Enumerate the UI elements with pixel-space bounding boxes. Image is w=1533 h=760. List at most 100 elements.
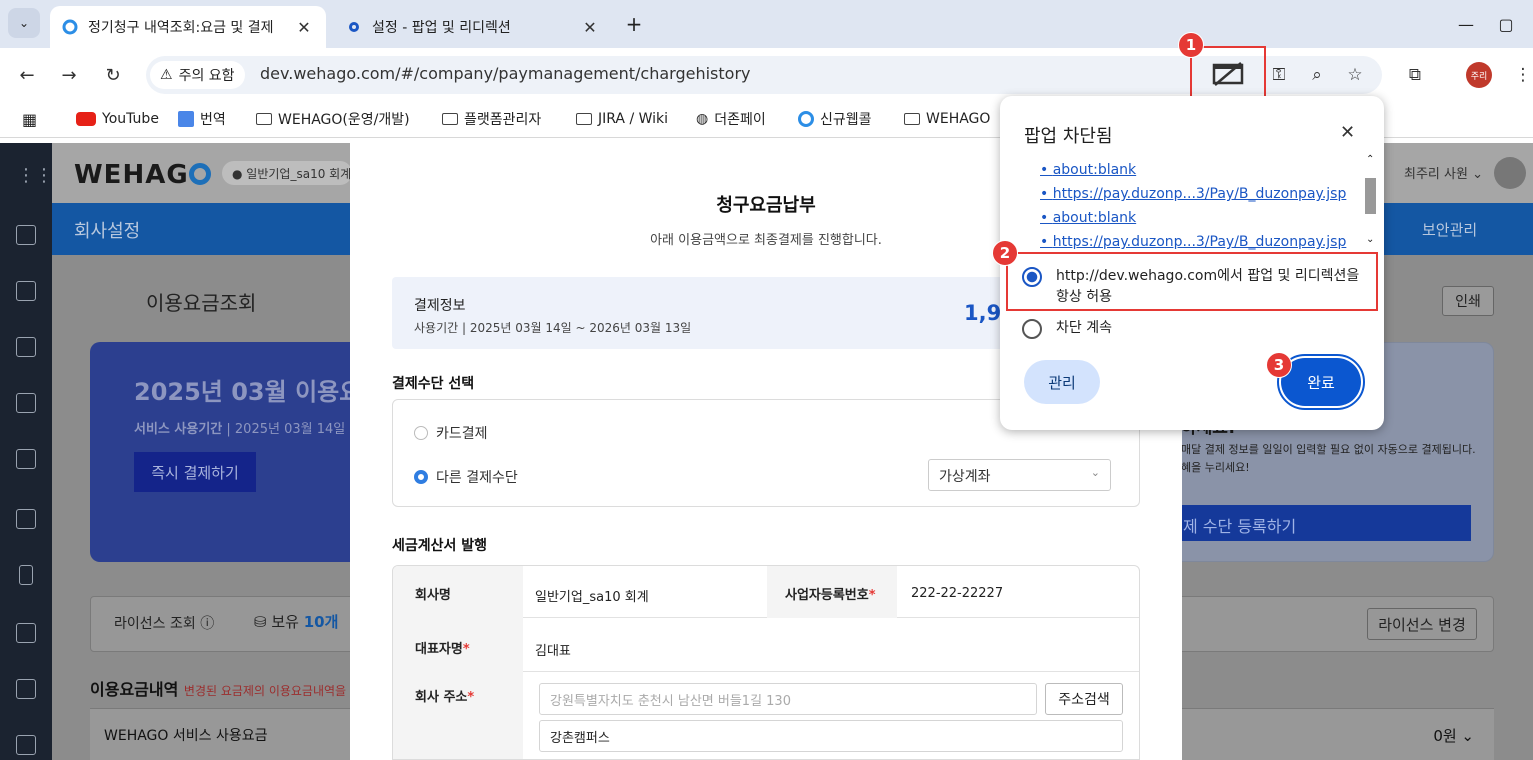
method-other-option[interactable]: 다른 결제수단: [414, 467, 518, 487]
usage-title-text: 이용요금내역: [90, 680, 179, 699]
register-payment-button[interactable]: 제 수단 등록하기: [1173, 505, 1471, 541]
promo-period: 서비스 사용기간 | 2025년 03월 14일 ~: [134, 422, 361, 437]
license-owned: 보유: [271, 613, 299, 631]
maximize-button[interactable]: ▢: [1486, 10, 1526, 38]
rail-icon-9[interactable]: [16, 679, 36, 699]
rail-icon-4[interactable]: [16, 393, 36, 413]
bookmark-label: WEHAGO: [926, 111, 991, 127]
address-search-button[interactable]: 주소검색: [1045, 683, 1123, 715]
forward-button[interactable]: →: [56, 62, 82, 88]
bookmark-label: WEHAGO(운영/개발): [278, 112, 410, 128]
license-icon: ⛁: [254, 613, 267, 631]
address-input[interactable]: 강원특별자치도 춘천시 남산면 버들1길 130: [539, 683, 1037, 715]
bookmark-wehago[interactable]: WEHAGO: [904, 108, 990, 130]
globe-icon: ◍: [696, 111, 709, 127]
manage-button[interactable]: 관리: [1024, 360, 1100, 404]
keep-blocking-option[interactable]: 차단 계속: [1022, 318, 1112, 339]
bookmark-translate[interactable]: 번역: [178, 108, 226, 130]
extensions-icon[interactable]: ⧉: [1402, 62, 1428, 88]
back-button[interactable]: ←: [14, 62, 40, 88]
required-mark: *: [467, 690, 475, 705]
bookmark-duzonpay[interactable]: ◍ 더존페이: [696, 108, 766, 130]
usage-row-label: WEHAGO 서비스 사용요금: [104, 728, 268, 744]
profile-avatar[interactable]: 주리: [1466, 62, 1492, 88]
rail-icon-2[interactable]: [16, 281, 36, 301]
bookmark-webcall[interactable]: 신규웹콜: [798, 108, 872, 130]
print-button[interactable]: 인쇄: [1442, 286, 1494, 316]
mail-icon[interactable]: [16, 509, 36, 529]
chevron-up-icon[interactable]: ⌃: [1366, 154, 1374, 165]
user-avatar[interactable]: [1494, 157, 1526, 189]
zoom-icon[interactable]: ⌕: [1304, 62, 1330, 88]
tab-settings-popups[interactable]: 설정 - 팝업 및 리디렉션 ✕: [334, 6, 612, 48]
folder-icon: [904, 113, 920, 125]
autopay-line1: 매달 결제 정보를 일일이 입력할 필요 없이 자동으로 결제됩니다.: [1181, 443, 1476, 456]
rail-icon-1[interactable]: [16, 225, 36, 245]
wehago-logo[interactable]: WEHAG: [74, 160, 211, 190]
user-menu[interactable]: 최주리 사원 ⌄: [1404, 163, 1483, 182]
usage-note: 변경된 요금제의 이용요금내역을: [183, 684, 347, 698]
company-selector[interactable]: ● 일반기업_sa10 회계: [222, 161, 352, 185]
bookmark-platform-admin[interactable]: 플랫폼관리자: [442, 108, 541, 130]
folder-icon: [442, 113, 458, 125]
radio-card[interactable]: [414, 426, 428, 440]
close-icon[interactable]: ✕: [580, 18, 600, 37]
close-icon[interactable]: ✕: [1340, 122, 1355, 143]
usage-row-amount: 0원 ⌄: [1433, 727, 1474, 745]
blocked-popup-link[interactable]: • about:blank: [1040, 206, 1362, 230]
bookmark-youtube[interactable]: YouTube: [76, 108, 159, 130]
star-icon[interactable]: ☆: [1342, 62, 1368, 88]
license-count: ⛁ 보유 10개: [254, 611, 338, 632]
payment-method-select[interactable]: 가상계좌 ⌄: [928, 459, 1111, 491]
menu-icon[interactable]: ⋮: [1510, 62, 1533, 88]
address-detail-input[interactable]: 강촌캠퍼스: [539, 720, 1123, 752]
key-icon[interactable]: ⚿: [1266, 62, 1292, 88]
page-title: 이용요금조회: [146, 291, 257, 315]
reload-button[interactable]: ↻: [100, 62, 126, 88]
blocked-popup-link[interactable]: • https://pay.duzonp...3/Pay/B_duzonpay.…: [1040, 230, 1362, 252]
tax-invoice-table: 회사명 일반기업_sa10 회계 사업자등록번호* 222-22-22227 대…: [392, 565, 1140, 760]
done-button[interactable]: 완료: [1277, 354, 1365, 410]
apps-button[interactable]: ▦: [22, 108, 37, 130]
tab-search-button[interactable]: ⌄: [8, 8, 40, 38]
license-change-button[interactable]: 라이선스 변경: [1367, 608, 1477, 640]
company-name-value: 일반기업_sa10 회계: [535, 590, 649, 605]
minimize-button[interactable]: —: [1446, 10, 1486, 38]
chevron-down-icon[interactable]: ⌄: [1366, 234, 1374, 245]
step-badge-2: 2: [992, 240, 1018, 266]
close-window-button[interactable]: [1526, 10, 1533, 38]
radio-keep-blocking[interactable]: [1022, 319, 1042, 339]
info-icon[interactable]: ⓘ: [200, 616, 214, 632]
company-name: 일반기업_sa10 회계: [246, 167, 352, 181]
scrollbar-thumb[interactable]: [1365, 178, 1376, 214]
section-title: 회사설정: [74, 221, 141, 242]
rail-icon-10[interactable]: [16, 735, 36, 755]
rail-icon-8[interactable]: [16, 623, 36, 643]
bookmark-wehago-ops[interactable]: WEHAGO(운영/개발): [256, 108, 410, 130]
blocked-popup-link[interactable]: • https://pay.duzonp...3/Pay/B_duzonpay.…: [1040, 182, 1362, 206]
menu-security[interactable]: 보안관리: [1422, 219, 1477, 240]
tab-charge-history[interactable]: 정기청구 내역조회:요금 및 결제 ✕: [50, 6, 326, 48]
rail-icon-3[interactable]: [16, 337, 36, 357]
blocked-popup-link[interactable]: • about:blank: [1040, 158, 1362, 182]
pay-now-button[interactable]: 즉시 결제하기: [134, 452, 256, 492]
license-label-text: 라이선스 조회: [114, 616, 196, 632]
new-tab-button[interactable]: +: [620, 10, 648, 38]
arrow-left-icon: ←: [19, 64, 35, 86]
bookmark-jira[interactable]: JIRA / Wiki: [576, 108, 668, 130]
close-icon[interactable]: ✕: [294, 18, 314, 37]
security-indicator[interactable]: ⚠ 주의 요함: [150, 61, 245, 89]
url-text[interactable]: dev.wehago.com/#/company/paymanagement/c…: [260, 64, 751, 83]
bookmark-label: 플랫폼관리자: [464, 112, 542, 128]
table-row: 회사 주소* 강원특별자치도 춘천시 남산면 버들1길 130 주소검색 강촌캠…: [393, 672, 1139, 759]
list-scrollbar[interactable]: ⌃ ⌄: [1364, 154, 1378, 252]
warning-icon: ⚠: [160, 67, 173, 83]
popup-blocked-button[interactable]: [1190, 46, 1266, 102]
usage-period-value: 2025년 03월 14일 ~ 2026년 03월 13일: [469, 321, 692, 335]
table-row: 회사명 일반기업_sa10 회계 사업자등록번호* 222-22-22227: [393, 566, 1139, 618]
method-card-option[interactable]: 카드결제: [414, 423, 488, 443]
apps-grid-icon[interactable]: ⋮⋮: [17, 165, 53, 186]
calendar-icon[interactable]: [16, 449, 36, 469]
radio-other[interactable]: [414, 470, 428, 484]
mobile-icon[interactable]: [19, 565, 33, 585]
